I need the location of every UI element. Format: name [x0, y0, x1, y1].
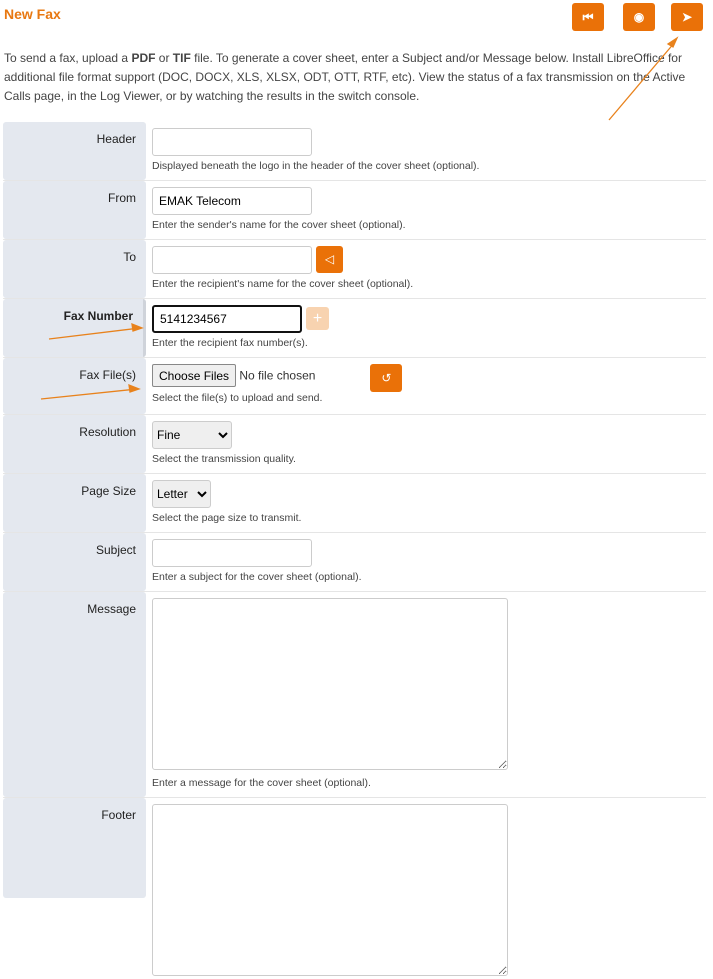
page-title: New Fax: [4, 6, 61, 22]
instructions: To send a fax, upload a PDF or TIF file.…: [4, 51, 686, 103]
contact-button[interactable]: ◁: [316, 246, 343, 273]
resolution-help: Select the transmission quality.: [152, 453, 296, 465]
fax-number-label: Fax Number: [3, 299, 146, 357]
choose-files-button[interactable]: Choose Files: [152, 364, 237, 387]
page-size-label: Page Size: [3, 474, 146, 532]
footer-textarea[interactable]: [152, 804, 508, 976]
fax-files-label: Fax File(s): [3, 358, 146, 414]
subject-input[interactable]: [152, 539, 312, 567]
message-help: Enter a message for the cover sheet (opt…: [152, 777, 371, 789]
to-help: Enter the recipient's name for the cover…: [152, 278, 414, 290]
fax-number-input[interactable]: [152, 305, 302, 333]
page-size-help: Select the page size to transmit.: [152, 512, 302, 524]
subject-help: Enter a subject for the cover sheet (opt…: [152, 571, 362, 583]
fax-number-help: Enter the recipient fax number(s).: [152, 337, 308, 349]
add-number-button[interactable]: +: [306, 307, 329, 330]
plus-icon: +: [312, 310, 323, 327]
send-button[interactable]: ➤: [671, 3, 703, 31]
header-help: Displayed beneath the logo in the header…: [152, 160, 480, 172]
eye-icon: ◉: [633, 10, 645, 24]
fax-files-help: Select the file(s) to upload and send.: [152, 392, 323, 404]
header-label: Header: [3, 122, 146, 180]
fax-form: Header Displayed beneath the logo in the …: [3, 122, 706, 976]
header-input[interactable]: [152, 128, 312, 156]
from-label: From: [3, 181, 146, 239]
reset-files-button[interactable]: ↺: [370, 364, 403, 392]
from-help: Enter the sender's name for the cover sh…: [152, 219, 406, 231]
footer-label: Footer: [3, 798, 146, 898]
resolution-label: Resolution: [3, 415, 146, 473]
to-input[interactable]: [152, 246, 312, 274]
paper-plane-icon: ➤: [681, 10, 693, 24]
preview-button[interactable]: ◉: [623, 3, 655, 31]
undo-icon: ↺: [381, 371, 392, 385]
resolution-select[interactable]: Fine: [152, 421, 232, 449]
skip-back-icon: ⏮: [582, 9, 594, 24]
message-label: Message: [3, 592, 146, 797]
to-label: To: [3, 240, 146, 298]
from-input[interactable]: [152, 187, 312, 215]
page-size-select[interactable]: Letter: [152, 480, 211, 508]
message-textarea[interactable]: [152, 598, 508, 770]
back-button[interactable]: ⏮: [572, 3, 604, 31]
file-status: No file chosen: [239, 368, 316, 383]
subject-label: Subject: [3, 533, 146, 591]
